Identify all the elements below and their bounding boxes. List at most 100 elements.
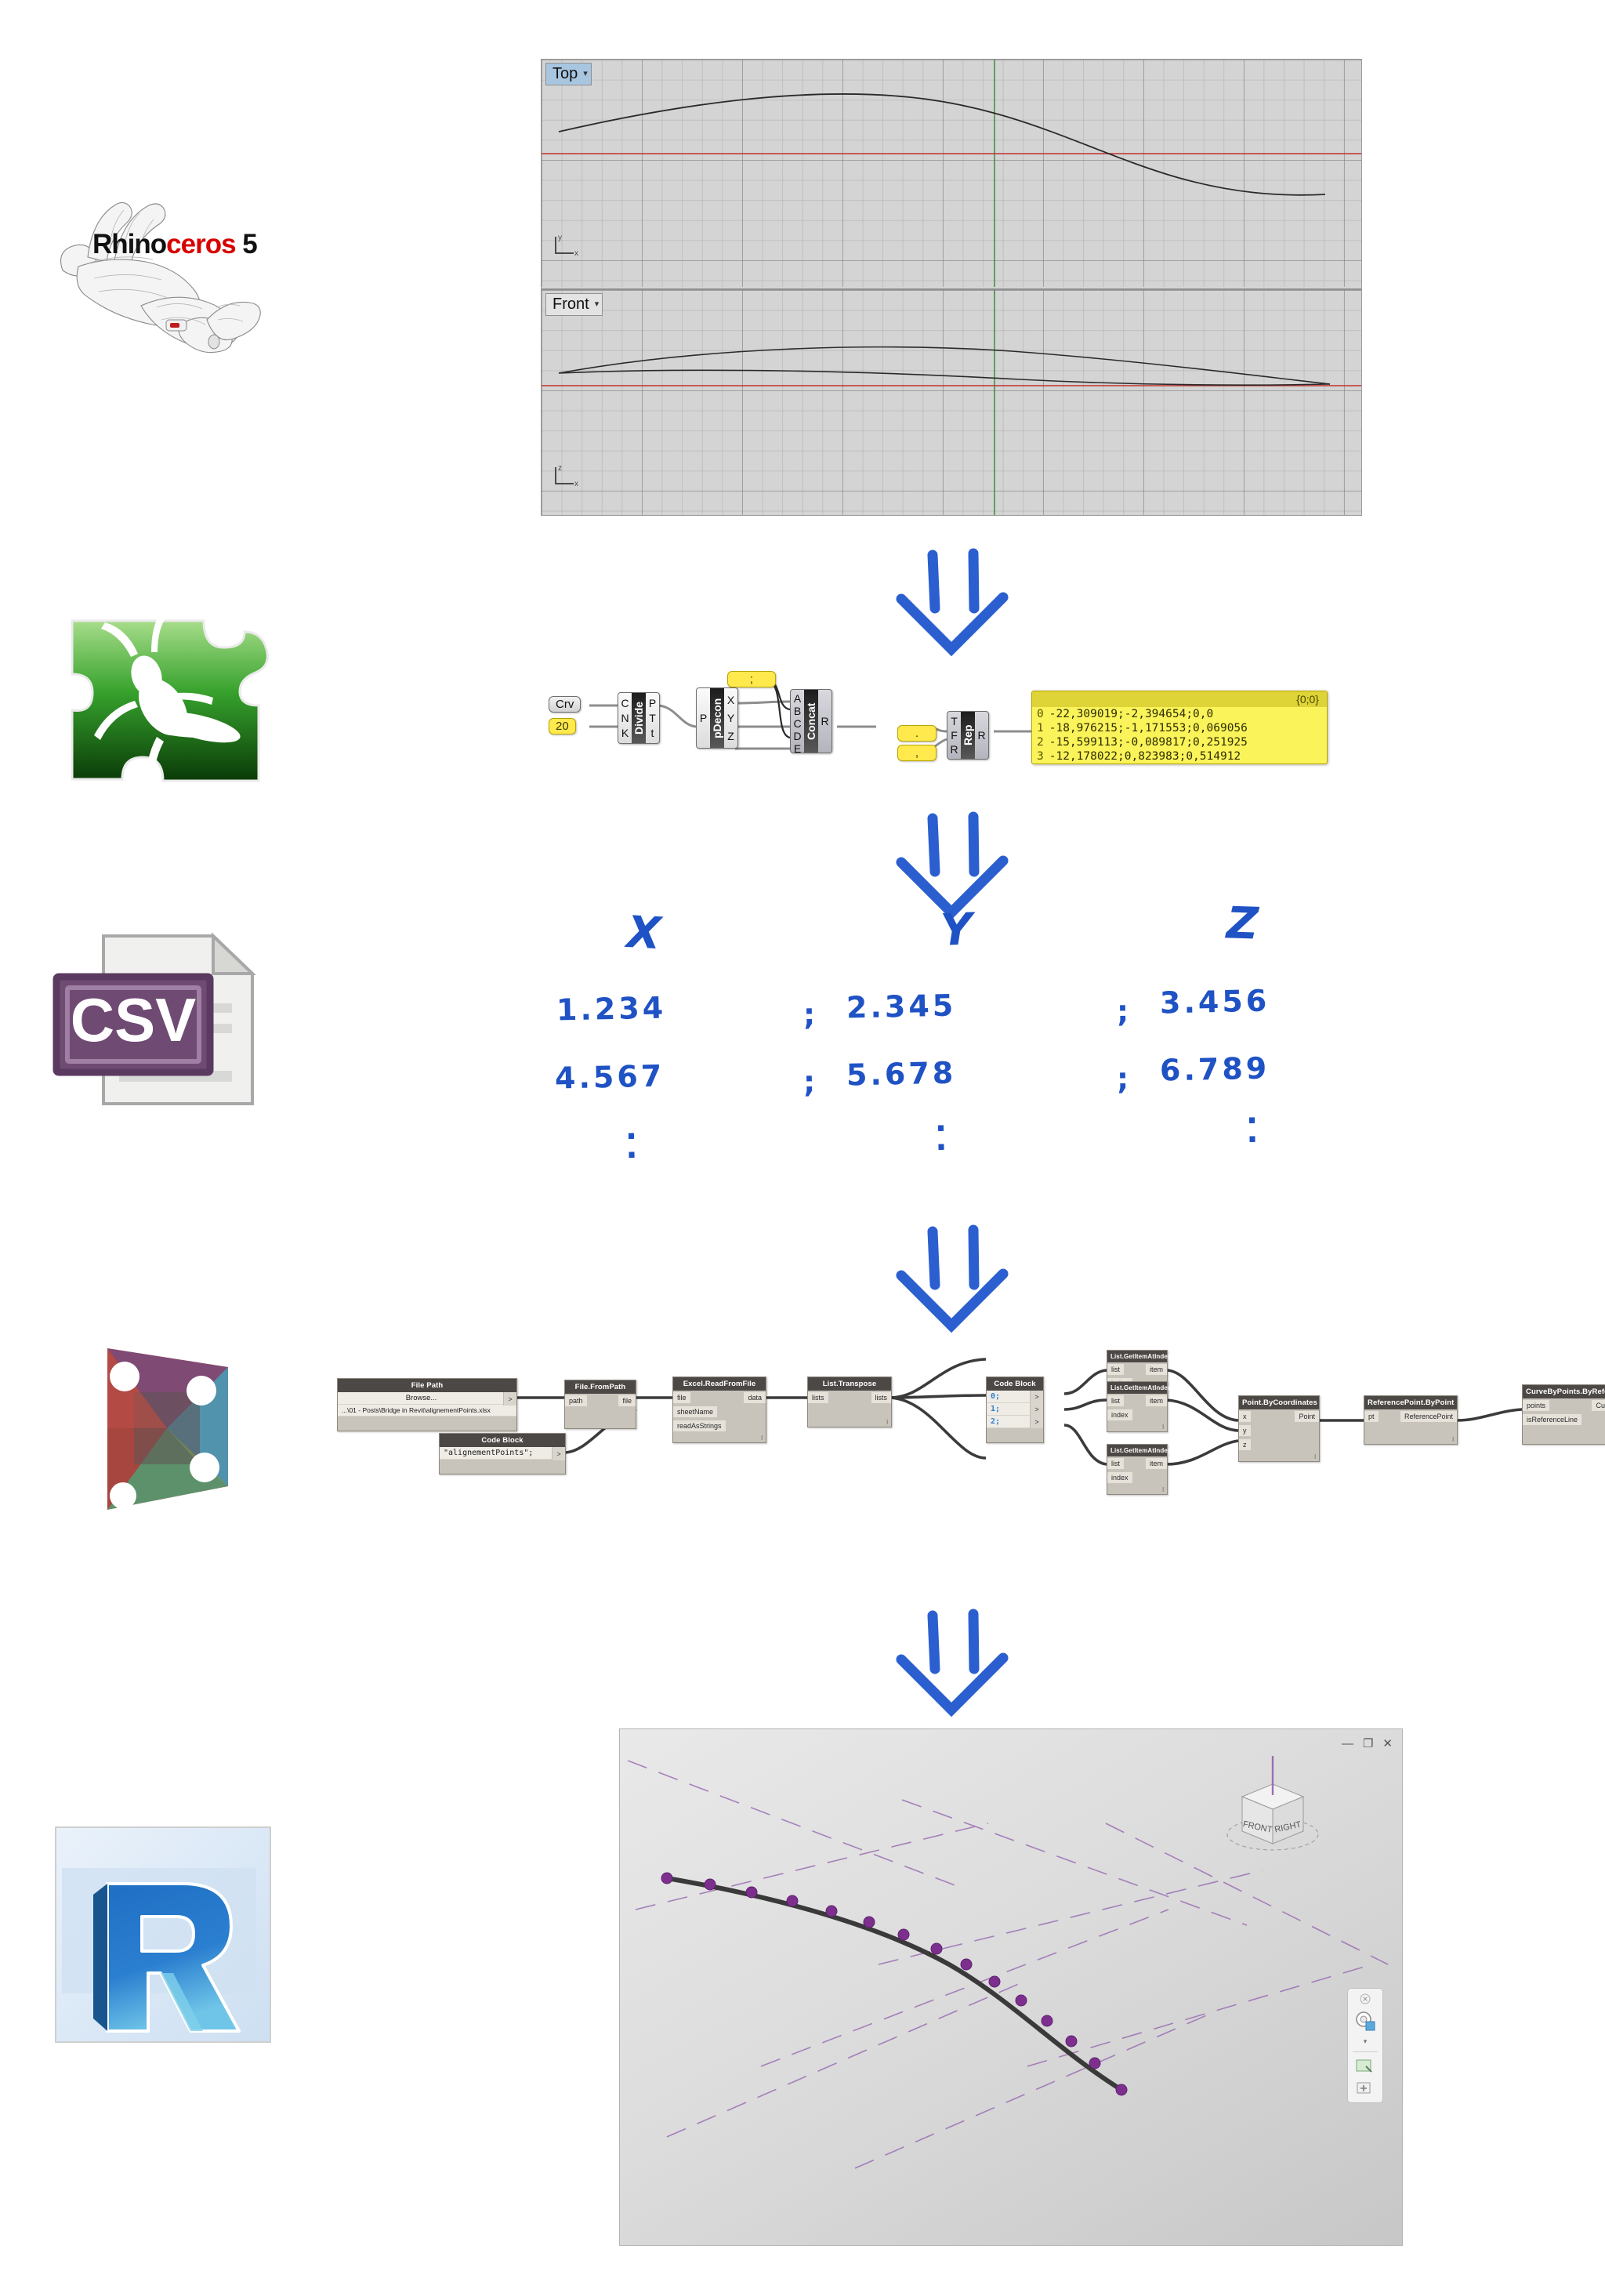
chevron-down-icon[interactable]: ▾ bbox=[595, 300, 600, 309]
gh-node-concat[interactable]: A B C D E Concat R bbox=[790, 689, 832, 755]
gh-param-crv[interactable]: Crv bbox=[549, 696, 581, 713]
reference-point[interactable] bbox=[704, 1878, 716, 1891]
rhino-logo-version: 5 bbox=[242, 229, 257, 259]
navigation-bar[interactable]: ▾ bbox=[1347, 1988, 1383, 2103]
output-port-arrow-0[interactable]: > bbox=[1030, 1391, 1043, 1403]
port-points[interactable]: points bbox=[1523, 1400, 1550, 1411]
gh-param-dot[interactable]: . bbox=[897, 725, 937, 742]
revit-3d-view[interactable]: — ❐ ✕ FRONT RIGHT ▾ bbox=[619, 1728, 1403, 2246]
port-readasstrings[interactable]: readAsStrings bbox=[673, 1420, 726, 1431]
grasshopper-canvas[interactable]: Crv 20 ; . , C N K Divide P T t P pDecon… bbox=[541, 670, 1371, 811]
gh-param-comma[interactable]: , bbox=[897, 745, 937, 761]
port-x[interactable]: x bbox=[1239, 1411, 1251, 1422]
csv-row1-x: 4.567 bbox=[554, 1058, 665, 1096]
port-list[interactable]: list bbox=[1107, 1458, 1124, 1469]
csv-row0-x: 1.234 bbox=[556, 990, 667, 1028]
reference-point[interactable] bbox=[1115, 2084, 1128, 2096]
port-z[interactable]: z bbox=[1239, 1439, 1251, 1450]
reference-point[interactable] bbox=[786, 1895, 799, 1907]
port-file[interactable]: file bbox=[618, 1395, 636, 1406]
reference-point[interactable] bbox=[897, 1928, 910, 1941]
dynamo-node-point-bycoordinates[interactable]: Point.ByCoordinates x y z Point l bbox=[1238, 1395, 1320, 1462]
dynamo-node-file-path[interactable]: File Path Browse... > ...\01 - Posts\Bri… bbox=[337, 1378, 517, 1431]
reference-point[interactable] bbox=[1041, 2015, 1053, 2027]
gh-port-k: K bbox=[621, 727, 629, 740]
port-item[interactable]: item bbox=[1145, 1364, 1167, 1375]
reference-point[interactable] bbox=[745, 1886, 758, 1899]
reference-point[interactable] bbox=[1089, 2057, 1101, 2069]
port-curvebypoints[interactable]: CurveByPoints bbox=[1592, 1400, 1605, 1411]
dynamo-node-file-frompath[interactable]: File.FromPath path file bbox=[564, 1380, 636, 1429]
reference-point[interactable] bbox=[930, 1942, 943, 1955]
port-item[interactable]: item bbox=[1145, 1395, 1167, 1406]
dynamo-node-getitematindex-1[interactable]: List.GetItemAtIndex list index item l bbox=[1107, 1381, 1171, 1432]
port-referencepoint[interactable]: ReferencePoint bbox=[1400, 1411, 1457, 1422]
browse-row[interactable]: Browse... bbox=[338, 1392, 516, 1405]
reference-point[interactable] bbox=[863, 1916, 875, 1928]
reference-point[interactable] bbox=[988, 1975, 1001, 1988]
port-data[interactable]: data bbox=[744, 1392, 766, 1403]
csv-row0-z: 3.456 bbox=[1159, 983, 1270, 1021]
node-title: Excel.ReadFromFile bbox=[673, 1377, 766, 1391]
port-index[interactable]: index bbox=[1107, 1409, 1132, 1420]
port-lists-out[interactable]: lists bbox=[871, 1392, 891, 1403]
port-lists-in[interactable]: lists bbox=[808, 1392, 828, 1403]
file-path-value: ...\01 - Posts\Bridge in Revit\alignemen… bbox=[338, 1405, 516, 1416]
port-file[interactable]: file bbox=[673, 1392, 690, 1403]
viewcube[interactable]: FRONT RIGHT bbox=[1214, 1756, 1331, 1858]
port-path[interactable]: path bbox=[565, 1395, 587, 1406]
output-port-arrow[interactable]: > bbox=[503, 1392, 516, 1406]
gh-param-count[interactable]: 20 bbox=[549, 718, 576, 735]
viewport-tab-top[interactable]: Top ▾ bbox=[545, 63, 592, 85]
gh-node-pdecon-inputs: P bbox=[697, 688, 710, 748]
port-isreferenceline[interactable]: isReferenceLine bbox=[1523, 1414, 1582, 1425]
rhino-viewport-front[interactable]: Front ▾ x z bbox=[542, 288, 1361, 515]
dynamo-node-code-block-sheetname[interactable]: Code Block "alignementPoints"; > bbox=[439, 1433, 566, 1474]
port-index[interactable]: index bbox=[1107, 1472, 1132, 1483]
port-y[interactable]: y bbox=[1239, 1425, 1251, 1436]
viewport-tab-front[interactable]: Front ▾ bbox=[545, 293, 603, 316]
output-port-arrow-1[interactable]: > bbox=[1030, 1403, 1043, 1416]
rhino-viewport-top[interactable]: Top ▾ x y bbox=[542, 60, 1361, 287]
node-title: CurveByPoints.ByReferencePoints bbox=[1523, 1385, 1605, 1398]
gh-node-pdecon[interactable]: P pDecon X Y Z bbox=[696, 687, 738, 749]
chevron-down-icon[interactable]: ▾ bbox=[583, 70, 588, 78]
reference-point[interactable] bbox=[960, 1958, 973, 1971]
dynamo-node-curvebypoints[interactable]: CurveByPoints.ByReferencePoints points i… bbox=[1522, 1384, 1605, 1445]
gh-param-semicolon[interactable]: ; bbox=[727, 671, 776, 687]
close-icon[interactable] bbox=[1360, 1993, 1371, 2004]
reference-point[interactable] bbox=[661, 1872, 673, 1884]
dynamo-node-getitematindex-2[interactable]: List.GetItemAtIndex list index item l bbox=[1107, 1444, 1171, 1495]
port-list[interactable]: list bbox=[1107, 1395, 1124, 1406]
reference-point[interactable] bbox=[825, 1905, 838, 1917]
output-port-arrow-2[interactable]: > bbox=[1030, 1416, 1043, 1428]
dynamo-node-excel-readfromfile[interactable]: Excel.ReadFromFile file sheetName readAs… bbox=[672, 1377, 766, 1443]
pan-icon[interactable] bbox=[1355, 2080, 1375, 2098]
gh-data-panel[interactable]: {0;0} 0 -22,309019;-2,394654;0,0 1 -18,9… bbox=[1031, 691, 1328, 764]
gh-node-divide[interactable]: C N K Divide P T t bbox=[618, 692, 660, 744]
code-text[interactable]: "alignementPoints"; bbox=[440, 1447, 565, 1460]
dynamo-node-code-block-indices[interactable]: Code Block 0; > 1; > 2; > bbox=[986, 1377, 1044, 1443]
output-port-arrow[interactable]: > bbox=[552, 1447, 565, 1460]
port-sheetname[interactable]: sheetName bbox=[673, 1406, 718, 1417]
rhino-viewport-window[interactable]: Top ▾ x y Front ▾ x z bbox=[541, 59, 1362, 516]
gh-panel-row: 1 -18,976215;-1,171553;0,069056 bbox=[1032, 721, 1327, 735]
reference-point[interactable] bbox=[1065, 2035, 1078, 2048]
gh-port-r-in: R bbox=[950, 743, 958, 756]
gh-port-b: B bbox=[793, 705, 802, 717]
dynamo-node-list-transpose[interactable]: List.Transpose lists lists l bbox=[807, 1377, 892, 1427]
dynamo-node-referencepoint-bypoint[interactable]: ReferencePoint.ByPoint pt ReferencePoint… bbox=[1364, 1395, 1458, 1445]
csv-badge-text: CSV bbox=[71, 985, 196, 1054]
steering-wheel-icon[interactable] bbox=[1354, 2010, 1376, 2032]
port-pt[interactable]: pt bbox=[1364, 1411, 1379, 1422]
dynamo-canvas[interactable]: File Path Browse... > ...\01 - Posts\Bri… bbox=[329, 1348, 1605, 1583]
flow-arrow-dynamo-to-revit bbox=[896, 1609, 1009, 1717]
csv-row1-y: 5.678 bbox=[846, 1055, 957, 1093]
zoom-extents-icon[interactable] bbox=[1355, 2058, 1375, 2075]
port-list[interactable]: list bbox=[1107, 1364, 1124, 1375]
gh-node-rep[interactable]: T F R Rep R bbox=[947, 711, 989, 760]
reference-point[interactable] bbox=[1015, 1994, 1027, 2007]
port-point[interactable]: Point bbox=[1295, 1411, 1319, 1422]
port-item[interactable]: item bbox=[1145, 1458, 1167, 1469]
chevron-down-icon[interactable]: ▾ bbox=[1364, 2037, 1368, 2046]
